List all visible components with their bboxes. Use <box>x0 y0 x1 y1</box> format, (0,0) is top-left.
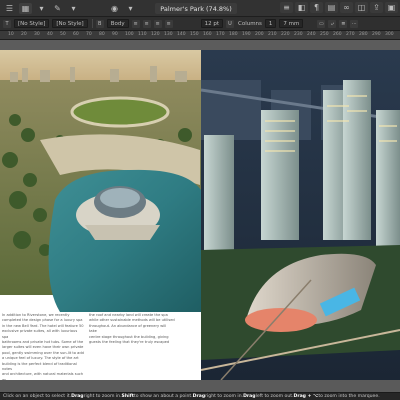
ruler-tick-label: 270 <box>346 32 355 37</box>
align-justify-icon[interactable]: ≡ <box>164 19 173 28</box>
ruler-tick-label: 110 <box>138 32 147 37</box>
paragraph-icon[interactable]: ¶ <box>310 2 323 13</box>
ruler-tick-label: 120 <box>151 32 160 37</box>
body-text-column-2[interactable]: the roof and nearby land will create the… <box>89 313 175 345</box>
dropdown-icon[interactable]: ▾ <box>67 3 80 14</box>
wrap-icon[interactable]: ⤶ <box>328 19 337 28</box>
page-right[interactable] <box>201 50 400 380</box>
ruler-tick-label: 90 <box>112 32 118 37</box>
document-title[interactable]: Palmer's Park (74.8%) <box>155 3 237 14</box>
ruler-tick-label: 250 <box>320 32 329 37</box>
ruler-tick-label: 140 <box>177 32 186 37</box>
ruler-tick-label: 190 <box>242 32 251 37</box>
font-size-field[interactable]: 12 pt <box>200 19 223 28</box>
pasteboard-bottom <box>0 380 400 392</box>
bold-icon[interactable]: B <box>95 19 104 28</box>
pen-icon[interactable]: ✎ <box>51 3 64 14</box>
status-text-2: to show an about a point. <box>133 394 193 399</box>
ruler-tick-label: 30 <box>34 32 40 37</box>
ruler-tick-label: 80 <box>99 32 105 37</box>
ruler-tick-label: 210 <box>268 32 277 37</box>
view-icon[interactable]: ◫ <box>355 2 368 13</box>
dropdown-icon[interactable]: ▾ <box>124 3 137 14</box>
status-text-1: right to zoom in. <box>83 394 122 399</box>
ruler-tick-label: 40 <box>47 32 53 37</box>
baseline-icon[interactable]: ≣ <box>339 19 348 28</box>
ruler-tick-label: 160 <box>203 32 212 37</box>
ruler-tick-label: 170 <box>216 32 225 37</box>
page-left[interactable]: In addition to Riverstone, we recently co… <box>0 50 201 380</box>
text-frame-icon[interactable]: T <box>3 19 11 28</box>
link-icon[interactable]: ∞ <box>340 2 353 13</box>
status-key-2: Shift <box>121 394 134 399</box>
eye-icon[interactable]: ◉ <box>108 3 121 14</box>
status-bar: Click on an object to select it. Drag ri… <box>0 392 400 400</box>
more-options-icon[interactable]: ⋯ <box>350 19 359 28</box>
text-line: exclusive private suites, all with luxur… <box>2 329 78 339</box>
ruler-tick-label: 70 <box>86 32 92 37</box>
columns-field[interactable]: 1 <box>264 19 277 28</box>
status-key-1: Drag <box>71 394 84 399</box>
font-select[interactable]: Body <box>106 19 129 28</box>
divider <box>91 19 93 28</box>
layers-icon[interactable]: ◧ <box>295 2 308 13</box>
align-center-icon[interactable]: ≡ <box>142 19 151 28</box>
status-key-4: Drag <box>243 394 256 399</box>
pasteboard <box>0 40 400 50</box>
paragraph-style-select[interactable]: [No Style] <box>52 19 88 28</box>
status-text-4: left to zoom out. <box>255 394 294 399</box>
menu-icon[interactable]: ☰ <box>3 3 16 14</box>
ruler-tick-label: 130 <box>164 32 173 37</box>
ruler-tick-label: 230 <box>294 32 303 37</box>
horizontal-ruler[interactable]: 10 20 30 40 50 60 70 80 90 100 110 120 130 140 150 160 1… <box>0 31 400 40</box>
text-line: and architecture, with natural materials… <box>2 372 84 380</box>
export-icon[interactable]: ⇪ <box>370 2 383 13</box>
ruler-tick-label: 200 <box>255 32 264 37</box>
ruler-tick-label: 220 <box>281 32 290 37</box>
align-left-icon[interactable]: ≡ <box>131 19 140 28</box>
night-towers-image[interactable] <box>201 50 400 380</box>
ruler-tick-label: 280 <box>359 32 368 37</box>
ruler-tick-label: 290 <box>372 32 381 37</box>
gutter-field[interactable]: 7 mm <box>279 19 304 28</box>
ruler-tick-label: 260 <box>333 32 342 37</box>
columns-label: Columns <box>237 20 262 27</box>
ruler-tick-label: 20 <box>21 32 27 37</box>
ruler-tick-label: 50 <box>60 32 66 37</box>
text-style-select[interactable]: [No Style] <box>14 19 50 28</box>
ruler-tick-label: 10 <box>8 32 14 37</box>
ruler-tick-label: 240 <box>307 32 316 37</box>
ruler-tick-label: 60 <box>73 32 79 37</box>
status-text-3: right to zoom in. <box>205 394 244 399</box>
align-right-icon[interactable]: ≡ <box>153 19 162 28</box>
text-line: throughout. An abundance of greenery wil… <box>89 323 167 334</box>
status-prefix: Click on an object to select it. <box>3 394 72 399</box>
status-key-3: Drag <box>192 394 206 399</box>
dropdown-icon[interactable]: ▾ <box>35 3 48 14</box>
ruler-tick-label: 180 <box>229 32 238 37</box>
status-text-5: to zoom into the marquee. <box>318 394 380 399</box>
text-line: a unique feel of luxury. The style of th… <box>2 356 79 361</box>
frame-options-icon[interactable]: ▭ <box>317 19 326 28</box>
align-icon[interactable]: ≡ <box>280 2 293 13</box>
text-line: guests the feeling that they're truly es… <box>89 340 170 345</box>
underline-icon[interactable]: U <box>225 19 234 28</box>
table-icon[interactable]: ▤ <box>325 2 338 13</box>
ruler-tick-label: 300 <box>385 32 394 37</box>
context-toolbar: T [No Style] [No Style] B Body ≡ ≡ ≡ ≡ 1… <box>0 17 400 31</box>
ruler-tick-label: 100 <box>125 32 134 37</box>
assets-icon[interactable]: ▣ <box>385 2 398 13</box>
text-line: building is the perfect blend of traditi… <box>2 361 77 372</box>
status-key-5: Drag + ⌥ <box>293 394 319 399</box>
ruler-tick-label: 150 <box>190 32 199 37</box>
main-toolbar: ☰ ▦ ▾ ✎ ▾ ◉ ▾ Palmer's Park (74.8%) ⚙ ⋯ … <box>0 0 400 17</box>
canvas[interactable]: In addition to Riverstone, we recently co… <box>0 40 400 392</box>
grid-icon[interactable]: ▦ <box>19 2 32 14</box>
body-text-column-1[interactable]: In addition to Riverstone, we recently co… <box>2 313 84 380</box>
